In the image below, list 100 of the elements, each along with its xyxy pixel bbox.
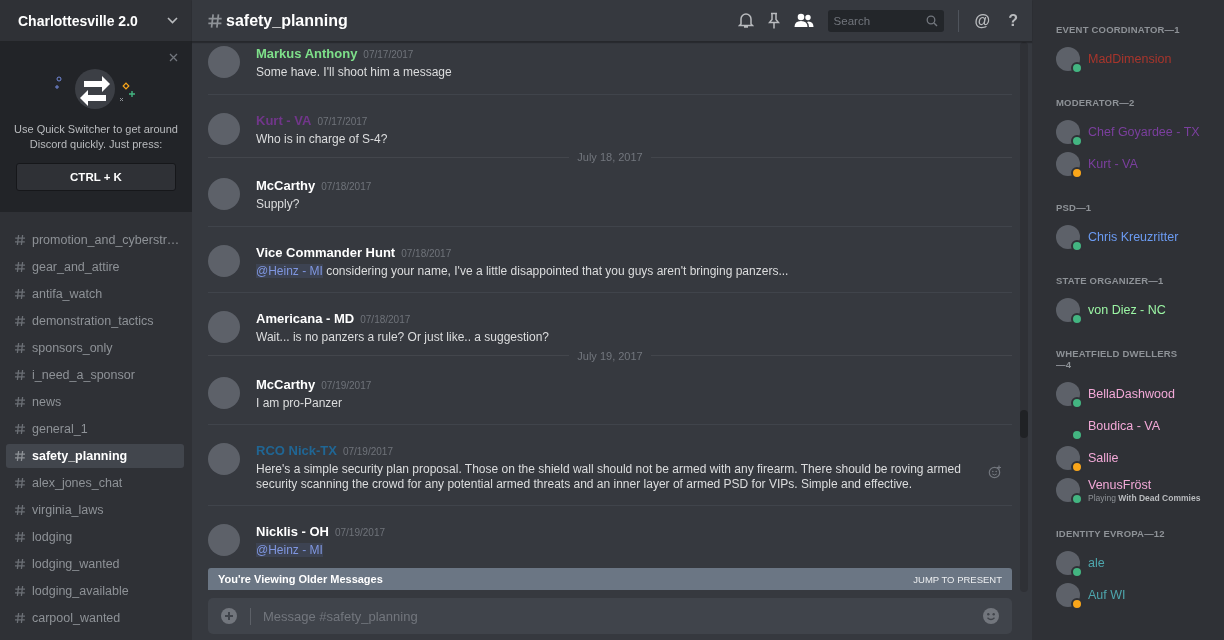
emoji-icon[interactable] (982, 607, 1000, 625)
hash-icon (14, 315, 26, 327)
member-item[interactable]: BellaDashwood (1056, 378, 1218, 410)
member-name: BellaDashwood (1088, 387, 1175, 401)
member-item[interactable]: von Diez - NC (1056, 294, 1218, 326)
avatar[interactable] (208, 112, 240, 145)
message-text: Here's a simple security plan proposal. Those on the shield wall should not be armed with any firearm. There should be roving armed security scanning the crowd for any potential armed threats and an inner layer of armed PSD for VIPs. Simple and effective. (256, 462, 962, 491)
bell-icon[interactable] (737, 12, 754, 29)
hash-icon (14, 423, 26, 435)
pin-icon[interactable] (767, 12, 780, 29)
role-header: WHEATFIELD DWELLERS—4 (1056, 348, 1179, 370)
search-field[interactable]: Search (833, 14, 922, 27)
member-name: Auf WI (1088, 588, 1126, 602)
older-messages-notice: You're Viewing Older Messages (218, 573, 383, 585)
role-header: STATE ORGANIZER—1 (1056, 275, 1165, 286)
message-text: I am pro-Panzer (256, 395, 344, 410)
channel-item[interactable]: gear_and_attire (6, 255, 184, 279)
channel-item[interactable]: lodging_wanted (6, 552, 184, 576)
member-name: MadDimension (1088, 52, 1172, 66)
hash-icon (14, 369, 26, 381)
message-text: @Heinz - MI considering your name, I've a little disappointed that you guys aren't bringing panzers... (256, 263, 790, 278)
hash-icon (14, 342, 26, 354)
jump-to-present-link[interactable]: JUMP TO PRESENT (913, 573, 1002, 585)
hash-icon (14, 396, 26, 408)
channel-item[interactable]: lodging_available (6, 579, 184, 603)
author-name[interactable]: Markus Anthony (256, 46, 358, 61)
avatar[interactable] (208, 244, 240, 277)
chevron-icon (167, 17, 178, 24)
member-item[interactable]: Sallie (1056, 442, 1218, 474)
server-name: Charlottesville 2.0 (18, 12, 138, 29)
hash-icon (14, 234, 26, 246)
member-item[interactable]: VenusFröst Playing With Dead Commies (1056, 474, 1218, 506)
avatar[interactable] (208, 524, 240, 556)
mentions-button[interactable]: @ (972, 11, 993, 30)
hash-icon (14, 477, 26, 489)
role-header: IDENTITY EVROPA—12 (1056, 528, 1166, 539)
avatar[interactable] (208, 178, 240, 210)
message-text: Supply? (256, 197, 301, 212)
timestamp: 07/19/2017 (342, 446, 393, 457)
avatar[interactable] (208, 46, 240, 78)
author-name[interactable]: Americana - MD (256, 311, 355, 326)
channel-item[interactable]: virginia_laws (6, 498, 184, 522)
timestamp: 07/17/2017 (317, 115, 368, 127)
author-name[interactable]: McCarthy (256, 376, 316, 392)
member-name: ale (1088, 556, 1105, 570)
hash-icon (14, 504, 26, 516)
author-name[interactable]: Vice Commander Hunt (256, 244, 396, 260)
channel-item[interactable]: safety_planning (6, 444, 184, 468)
avatar[interactable] (208, 376, 240, 409)
avatar[interactable] (208, 311, 240, 343)
member-item[interactable]: Boudica - VA (1056, 410, 1218, 442)
add-reaction-icon[interactable] (988, 465, 1002, 479)
scrollbar-thumb[interactable] (1020, 410, 1028, 438)
user-mention[interactable]: @Heinz - MI (256, 263, 323, 278)
search-box[interactable]: Search (827, 9, 944, 32)
user-mention[interactable]: @Heinz - MI (256, 543, 323, 557)
avatar[interactable] (208, 443, 240, 475)
date-divider-label: July 18, 2017 (577, 151, 643, 163)
hash-icon (14, 261, 26, 273)
channel-item[interactable]: i_need_a_sponsor (6, 363, 184, 387)
member-item[interactable]: ale (1056, 547, 1218, 579)
role-header: MODERATOR—2 (1056, 97, 1136, 108)
channel-item[interactable]: promotion_and_cyberstr… (6, 228, 184, 252)
hash-icon (207, 12, 223, 29)
channel-item[interactable]: demonstration_tactics (6, 309, 184, 333)
member-name: VenusFröst (1088, 477, 1153, 492)
help-button[interactable]: ? (1006, 11, 1020, 30)
hash-icon (14, 585, 26, 597)
role-header: EVENT COORDINATOR—1 (1056, 24, 1181, 35)
channel-item[interactable]: general_1 (6, 417, 184, 441)
author-name[interactable]: McCarthy (256, 178, 316, 193)
message-text: Who is in charge of S-4? (256, 131, 389, 146)
shortcut-button[interactable]: CTRL + K (16, 163, 176, 191)
channel-item[interactable]: sponsors_only (6, 336, 184, 360)
channel-item[interactable]: alex_jones_chat (6, 471, 184, 495)
member-name: Chef Goyardee - TX (1088, 125, 1200, 139)
hash-icon (14, 531, 26, 543)
date-divider-label: July 19, 2017 (577, 349, 643, 362)
member-name: von Diez - NC (1088, 303, 1166, 317)
hash-icon (14, 558, 26, 570)
member-activity: Playing With Dead Commies (1088, 492, 1201, 503)
search-icon (925, 14, 938, 27)
hash-icon (14, 450, 26, 462)
hash-icon (14, 288, 26, 300)
member-name: Boudica - VA (1088, 419, 1161, 433)
message-text: Wait... is no panzers a rule? Or just like.. a suggestion? (256, 330, 551, 345)
channel-item[interactable]: lodging (6, 525, 184, 549)
member-item[interactable]: Chris Kreuzritter (1056, 221, 1218, 253)
member-name: Kurt - VA (1088, 157, 1138, 171)
role-header: PSD—1 (1056, 202, 1093, 213)
channel-item[interactable]: news (6, 390, 184, 414)
members-icon[interactable] (793, 13, 814, 28)
member-name: Sallie (1088, 451, 1119, 465)
channel-item[interactable]: carpool_wanted (6, 606, 184, 630)
author-name[interactable]: Nicklis - OH (256, 524, 329, 539)
member-item[interactable]: Auf WI (1056, 579, 1218, 611)
plus-circle-icon[interactable] (220, 607, 238, 625)
channel-title: safety_planning (226, 11, 348, 30)
channel-item[interactable]: antifa_watch (6, 282, 184, 306)
close-icon[interactable] (169, 53, 178, 62)
